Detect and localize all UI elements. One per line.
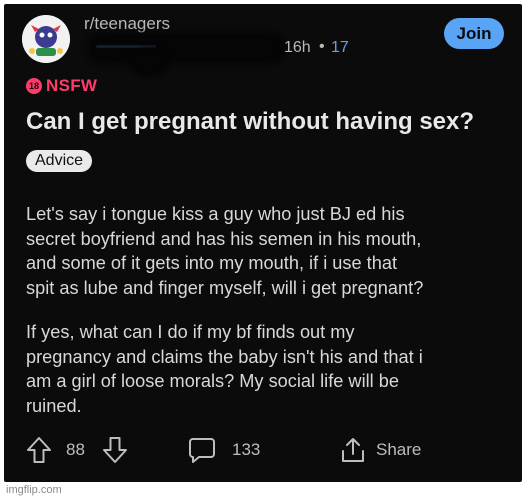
speech-bubble-icon — [189, 438, 215, 463]
body-line: pregnancy and claims the baby isn't his … — [26, 346, 423, 367]
share-label: Share — [376, 440, 422, 459]
downvote-button[interactable] — [102, 430, 128, 470]
comment-count: 133 — [232, 440, 261, 459]
arrow-down-icon — [103, 437, 127, 463]
join-button[interactable]: Join — [444, 18, 504, 49]
post-body-paragraph-2: If yes, what can I do if my bf finds out… — [26, 320, 516, 418]
post-action-bar: 88 133 Share — [4, 430, 522, 470]
post-flair[interactable]: Advice — [26, 150, 93, 172]
subreddit-name[interactable]: r/teenagers — [84, 14, 170, 34]
nsfw-tag: 18 NSFW — [26, 76, 97, 96]
subreddit-mascot-icon — [22, 15, 70, 63]
subreddit-avatar[interactable] — [22, 15, 70, 63]
comments-button[interactable] — [188, 430, 216, 470]
nsfw-18-icon: 18 — [26, 78, 42, 94]
nsfw-label: NSFW — [46, 76, 98, 95]
meta-count: 17 — [331, 39, 349, 56]
post-title[interactable]: Can I get pregnant without having sex? — [26, 108, 516, 136]
vote-count: 88 — [66, 440, 85, 459]
meta-separator: • — [319, 38, 325, 55]
body-line: and some of it gets into my mouth, if i … — [26, 253, 398, 274]
post-age: 16h — [284, 39, 311, 56]
post-card: r/teenagers 16h • 17 Join 18 NSFW Can I … — [4, 4, 522, 482]
redacted-username — [92, 37, 282, 59]
body-line: Let's say i tongue kiss a guy who just B… — [26, 204, 405, 224]
body-line: am a girl of loose morals? My social lif… — [26, 371, 399, 392]
body-line: spit as lube and finger myself, will i g… — [26, 277, 424, 298]
share-icon — [342, 438, 364, 462]
share-button[interactable]: Share — [340, 430, 421, 470]
post-meta: 16h • 17 — [84, 37, 364, 73]
arrow-up-icon — [27, 437, 51, 463]
body-line: If yes, what can I do if my bf finds out… — [26, 322, 355, 342]
screenshot-frame: r/teenagers 16h • 17 Join 18 NSFW Can I … — [0, 0, 526, 499]
post-body-paragraph-1: Let's say i tongue kiss a guy who just B… — [26, 202, 516, 300]
redaction-smudge — [134, 51, 164, 73]
watermark: imgflip.com — [6, 484, 62, 496]
body-line: secret boyfriend and has his semen in hi… — [26, 228, 422, 249]
body-line: ruined. — [26, 395, 82, 416]
upvote-button[interactable] — [26, 430, 52, 470]
